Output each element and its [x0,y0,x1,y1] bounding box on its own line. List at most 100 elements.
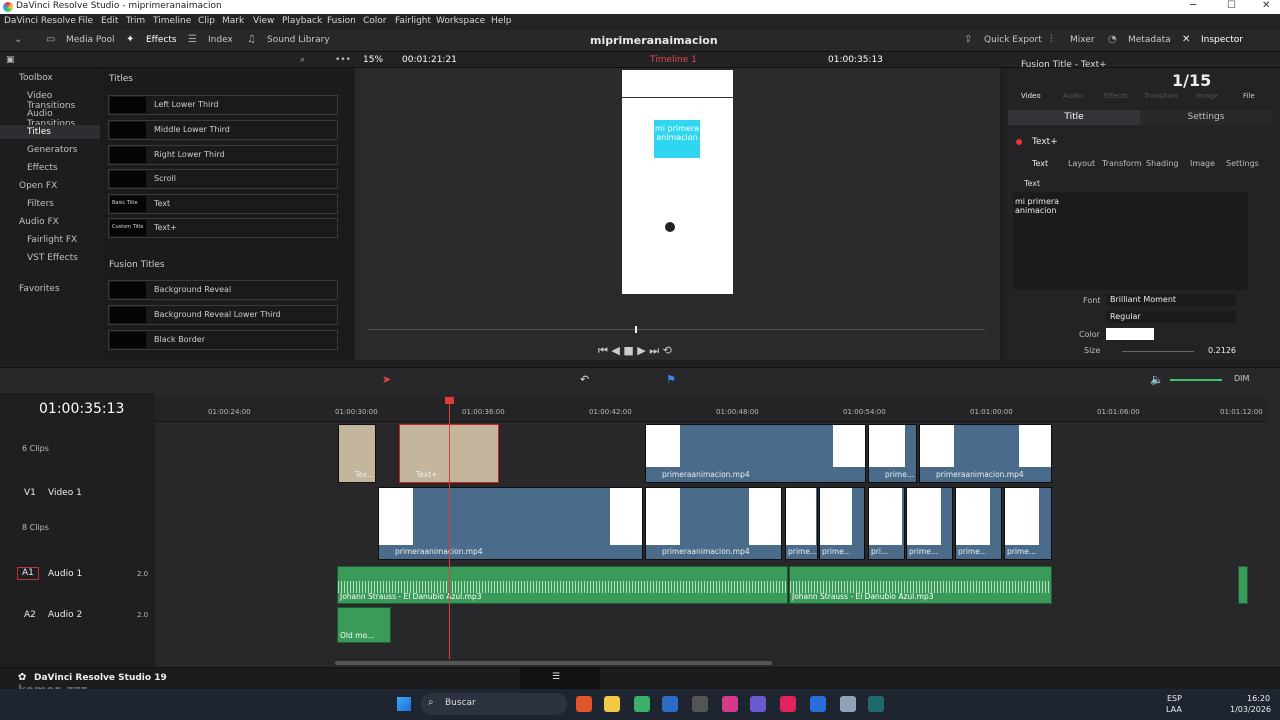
sound-library-button[interactable]: Sound Library [267,35,330,45]
text-input[interactable]: mi primera animacion [1013,192,1248,290]
toolbox-item[interactable]: Open FX [19,181,57,191]
menu-davinci[interactable]: DaVinci Resolve [4,16,76,26]
size-value[interactable]: 0.2126 [1208,346,1236,355]
track-name-a2[interactable]: Audio 2 [48,610,82,620]
toolbox-item-favorites[interactable]: Favorites [19,284,60,294]
tab-effects[interactable]: Effects [1104,92,1128,100]
node-tab-image[interactable]: Image [1190,159,1215,168]
clock-date[interactable]: 1/03/2026 [1230,705,1271,714]
quick-export-button[interactable]: Quick Export [984,35,1042,45]
folder-icon[interactable] [604,696,620,712]
scrubber-handle[interactable] [635,326,637,333]
video-clip[interactable]: primeraanimacion.mp4 [378,487,643,560]
language-indicator[interactable]: ESP [1167,694,1182,703]
video-clip[interactable]: primeraanimacion.mp4 [645,424,866,483]
menu-workspace[interactable]: Workspace [436,16,485,26]
dim-button[interactable]: DIM [1234,374,1249,383]
menu-fusion[interactable]: Fusion [327,16,356,26]
audio-clip[interactable] [1238,566,1248,604]
node-tab-text[interactable]: Text [1032,159,1048,168]
title-tile[interactable]: Background Reveal Lower Third [108,305,338,325]
maximize-icon[interactable]: ☐ [1227,0,1236,11]
node-tab-settings[interactable]: Settings [1226,159,1259,168]
video-clip[interactable]: primeraanimacion.mp4 [645,487,782,560]
video-clip[interactable]: primeraanimacion.mp4 [919,424,1052,483]
video-clip[interactable]: prime... [1004,487,1052,560]
app-icon[interactable] [634,696,650,712]
media-pool-button[interactable]: Media Pool [66,35,115,45]
app-icon[interactable] [662,696,678,712]
panel-toggle-icon[interactable]: ⌄ [14,34,22,45]
toolbox-item[interactable]: Audio FX [19,217,59,227]
timeline-scrollbar[interactable] [335,661,772,665]
overlay-text[interactable]: mi primera animacion [654,120,700,158]
playhead[interactable] [449,397,450,659]
title-tile[interactable]: Black Border [108,330,338,350]
index-button[interactable]: Index [208,35,233,45]
subtab-settings[interactable]: Settings [1140,110,1272,125]
video-clip[interactable]: pri... [868,487,905,560]
size-slider[interactable] [1122,351,1194,352]
language-indicator-2[interactable]: LAA [1166,705,1182,714]
start-icon[interactable] [397,697,411,711]
inspector-button[interactable]: Inspector [1201,35,1243,45]
davinci-taskbar-icon[interactable] [868,696,884,712]
font-style-select[interactable]: Regular [1106,311,1236,323]
title-tile[interactable]: Custom Title Text+ [108,218,338,238]
audio-clip[interactable]: Johann Strauss - El Danubio Azul.mp3 [789,566,1052,604]
mixer-button[interactable]: Mixer [1070,35,1095,45]
menu-playback[interactable]: Playback [282,16,322,26]
node-tab-layout[interactable]: Layout [1068,159,1095,168]
playhead-handle[interactable] [445,397,454,404]
clock-time[interactable]: 16:20 [1247,694,1270,703]
transport-controls[interactable]: ⏮ ◀ ■ ▶ ⏭ ⟲ [598,344,672,358]
timeline-ruler[interactable]: 01:00:24:00 01:00:30:00 01:00:36:00 01:0… [155,398,1267,422]
title-tile[interactable]: Middle Lower Third [108,120,338,140]
toolbox-item[interactable]: Effects [27,163,58,173]
discord-icon[interactable] [750,696,766,712]
search-icon[interactable]: ⌕ [300,55,305,65]
track-name-a1[interactable]: Audio 1 [48,569,82,579]
search-box[interactable]: ⌕ Buscar [421,693,567,715]
sidebar-toggle-icon[interactable]: ▣ [6,55,15,65]
track-name-v1[interactable]: Video 1 [48,488,82,498]
node-tab-transform[interactable]: Transform [1102,159,1142,168]
more-options-icon[interactable]: ••• [335,55,351,65]
title-tile[interactable]: Left Lower Third [108,95,338,115]
text-section-header[interactable]: Text [1024,179,1040,188]
tab-file[interactable]: File [1243,92,1255,100]
brave-icon[interactable] [576,696,592,712]
app-icon[interactable] [722,696,738,712]
toolbox-item-titles[interactable]: Titles [27,127,51,137]
tab-audio[interactable]: Audio [1063,92,1083,100]
node-enable-icon[interactable] [1016,139,1022,145]
selection-tool-icon[interactable]: ➤ [382,373,391,386]
tab-image[interactable]: Image [1196,92,1218,100]
menu-fairlight[interactable]: Fairlight [395,16,431,26]
close-icon[interactable]: ✕ [1262,0,1270,11]
menu-edit[interactable]: Edit [101,16,118,26]
menu-timeline[interactable]: Timeline [153,16,191,26]
audio-clip[interactable]: Old mo... [337,607,391,643]
track-id-a1[interactable]: A1 [17,567,39,580]
node-tab-shading[interactable]: Shading [1146,159,1179,168]
title-tile[interactable]: Basic Title Text [108,194,338,214]
effects-button[interactable]: Effects [146,35,177,45]
menu-trim[interactable]: Trim [126,16,145,26]
volume-slider[interactable] [1170,379,1222,381]
scrubber-bar[interactable] [368,329,985,330]
minimize-icon[interactable]: ─ [1190,0,1196,11]
app-icon[interactable] [810,696,826,712]
audio-clip[interactable]: Johann Strauss - El Danubio Azul.mp3 [337,566,788,604]
zoom-level[interactable]: 15% [363,55,383,65]
video-clip[interactable]: prime... [785,487,818,560]
volume-icon[interactable]: 🔈 [1150,373,1164,386]
snapping-icon[interactable]: ↶ [580,373,589,386]
video-clip[interactable]: prime... [819,487,865,560]
menu-mark[interactable]: Mark [222,16,244,26]
video-clip[interactable]: prime... [906,487,953,560]
video-clip[interactable]: prime... [868,424,917,483]
color-swatch[interactable] [1106,328,1154,340]
title-tile[interactable]: Right Lower Third [108,145,338,165]
video-clip[interactable]: prime... [955,487,1002,560]
